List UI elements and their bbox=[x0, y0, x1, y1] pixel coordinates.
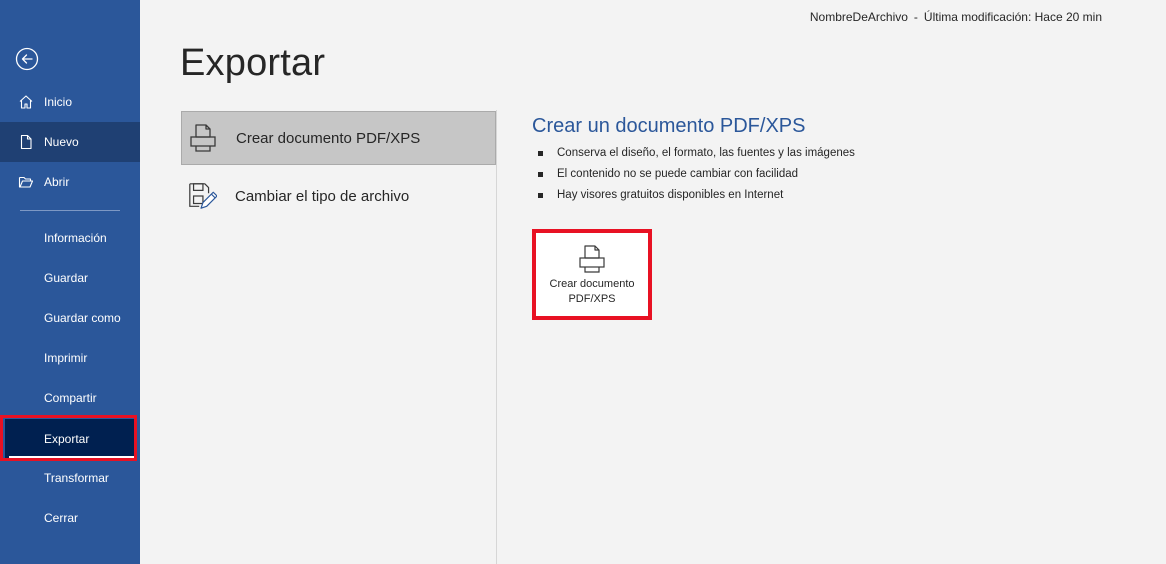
sidebar-item-inicio[interactable]: Inicio bbox=[0, 82, 140, 122]
sidebar-item-label: Compartir bbox=[44, 391, 97, 405]
page-title: Exportar bbox=[180, 42, 326, 84]
list-item-text: El contenido no se puede cambiar con fac… bbox=[557, 168, 799, 180]
sidebar-item-transformar[interactable]: Transformar bbox=[0, 458, 140, 498]
option-create-pdf-xps[interactable]: Crear documento PDF/XPS bbox=[181, 111, 496, 165]
create-button-label-line1: Crear documento bbox=[549, 278, 635, 290]
sidebar-item-informacion[interactable]: Información bbox=[0, 218, 140, 258]
back-button[interactable] bbox=[14, 46, 40, 72]
bullet-icon bbox=[538, 172, 543, 177]
list-item-text: Conserva el diseño, el formato, las fuen… bbox=[557, 147, 855, 159]
sidebar-item-label: Exportar bbox=[44, 432, 90, 446]
sidebar-item-nuevo[interactable]: Nuevo bbox=[0, 122, 140, 162]
file-info: NombreDeArchivo - Última modificación: Hac… bbox=[810, 10, 1102, 24]
sidebar-item-exportar[interactable]: Exportar bbox=[5, 419, 135, 459]
feature-list: Conserva el diseño, el formato, las fuen… bbox=[538, 143, 855, 206]
file-name: NombreDeArchivo bbox=[809, 10, 908, 24]
new-document-icon bbox=[18, 134, 34, 150]
backstage-sidebar: Inicio Nuevo Abrir Información Guardar G… bbox=[0, 0, 140, 564]
open-folder-icon bbox=[18, 174, 34, 190]
sidebar-item-label: Abrir bbox=[44, 175, 70, 189]
option-change-file-type[interactable]: Cambiar el tipo de archivo bbox=[181, 169, 496, 223]
option-label: Cambiar el tipo de archivo bbox=[235, 187, 410, 205]
list-item-text: Hay visores gratuitos disponibles en Int… bbox=[557, 189, 784, 201]
pdf-document-icon bbox=[188, 123, 218, 153]
bullet-icon bbox=[538, 193, 543, 198]
list-item: Conserva el diseño, el formato, las fuen… bbox=[538, 143, 855, 164]
change-file-type-icon bbox=[187, 181, 217, 211]
sidebar-divider bbox=[20, 210, 120, 211]
back-arrow-icon bbox=[15, 47, 39, 71]
sidebar-item-compartir[interactable]: Compartir bbox=[0, 378, 140, 418]
sidebar-item-label: Cerrar bbox=[44, 511, 79, 525]
sidebar-item-abrir[interactable]: Abrir bbox=[0, 162, 140, 202]
create-pdf-xps-button[interactable]: Crear documento PDF/XPS bbox=[535, 232, 649, 316]
sidebar-item-label: Nuevo bbox=[44, 135, 79, 149]
file-info-separator: - bbox=[913, 10, 918, 24]
sidebar-item-label: Imprimir bbox=[44, 351, 88, 365]
sidebar-item-imprimir[interactable]: Imprimir bbox=[0, 338, 140, 378]
create-button-label: Crear documento PDF/XPS bbox=[542, 277, 642, 307]
bullet-icon bbox=[538, 151, 543, 156]
sidebar-item-label: Guardar bbox=[44, 271, 89, 285]
panel-title: Crear un documento PDF/XPS bbox=[532, 115, 806, 137]
home-icon bbox=[18, 94, 34, 110]
list-item: Hay visores gratuitos disponibles en Int… bbox=[538, 185, 855, 206]
option-label: Crear documento PDF/XPS bbox=[236, 129, 421, 147]
sidebar-item-label: Guardar como bbox=[44, 311, 121, 325]
pdf-document-icon bbox=[577, 243, 607, 275]
options-divider bbox=[496, 110, 497, 564]
list-item: El contenido no se puede cambiar con fac… bbox=[538, 164, 855, 185]
create-button-label-line2: PDF/XPS bbox=[568, 293, 616, 305]
last-modified: Última modificación: Hace 20 min bbox=[923, 10, 1102, 24]
sidebar-item-cerrar[interactable]: Cerrar bbox=[0, 498, 140, 538]
sidebar-item-label: Transformar bbox=[44, 471, 109, 485]
sidebar-item-label: Información bbox=[44, 231, 107, 245]
sidebar-item-guardar[interactable]: Guardar bbox=[0, 258, 140, 298]
sidebar-item-label: Inicio bbox=[44, 95, 73, 109]
sidebar-item-guardar-como[interactable]: Guardar como bbox=[0, 298, 140, 338]
